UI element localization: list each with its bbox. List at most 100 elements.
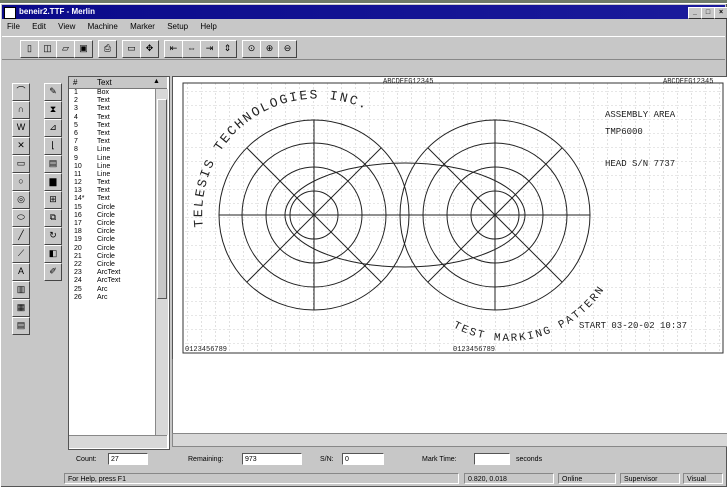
list-item-type: Circle [97,236,115,244]
rotate-tool-icon[interactable]: ↻ [44,227,62,245]
list-item[interactable]: 3 Text [69,105,155,113]
arc-tool-icon[interactable]: ⌒ [12,83,30,101]
canvas-horizontal-scrollbar[interactable] [172,433,727,447]
list-item[interactable]: 11 Line [69,171,155,179]
diagonal-tool-icon[interactable]: ⟋ [12,245,30,263]
list-item[interactable]: 8 Line [69,146,155,154]
maximize-icon[interactable]: □ [701,7,715,19]
list-item[interactable]: 17 Circle [69,220,155,228]
split-tool-icon[interactable]: ⊞ [44,191,62,209]
pen-tool-icon[interactable]: ✎ [44,83,62,101]
list-item-type: Circle [97,244,115,252]
page-tool-icon[interactable]: ▤ [44,155,62,173]
menu-file[interactable]: File [2,20,25,33]
list-item[interactable]: 7 Text [69,138,155,146]
list-item[interactable]: 25 Arc [69,286,155,294]
list-item[interactable]: 16 Circle [69,212,155,220]
edit-tool-icon[interactable]: ✐ [44,263,62,281]
list-item[interactable]: 19 Circle [69,236,155,244]
frame-tool-icon[interactable]: ◧ [44,245,62,263]
list-item[interactable]: 13 Text [69,187,155,195]
menu-marker[interactable]: Marker [125,20,160,33]
list-vertical-scrollbar[interactable] [155,89,168,435]
align-left-icon[interactable]: ⇤ [164,40,183,58]
list-item-type: Box [97,89,110,96]
list-header: # Text ▲ [69,77,167,89]
list-item-type: ArcText [97,269,121,277]
sort-arrow-icon[interactable]: ▲ [153,78,160,85]
align-center-icon[interactable]: ⇔ [182,40,201,58]
print-preview-icon[interactable]: ◫ [38,40,57,58]
stairs-tool-icon[interactable]: ⊿ [44,119,62,137]
list-item[interactable]: 4 Text [69,114,155,122]
drawing-canvas[interactable]: TELESIS TECHNOLOGIES INC. TEST MARKING P… [172,76,727,360]
list-item[interactable]: 20 Circle [69,245,155,253]
menu-setup[interactable]: Setup [162,20,193,33]
list-item-type: Circle [97,252,115,260]
hourglass-icon[interactable]: ⧗ [44,101,62,119]
zoom-fit-icon[interactable]: ⊙ [242,40,261,58]
list-item[interactable]: 10 Line [69,163,155,171]
list-item[interactable]: 21 Circle [69,253,155,261]
list-item[interactable]: 6 Text [69,130,155,138]
list-item-type: Circle [97,220,115,227]
list-horizontal-scrollbar[interactable] [69,435,167,448]
list-item[interactable]: 1 Box [69,89,155,97]
list-item[interactable]: 22 Circle [69,261,155,269]
menu-machine[interactable]: Machine [83,20,123,33]
wave-tool-icon[interactable]: W [12,119,30,137]
column-text[interactable]: Text [97,78,112,87]
menu-help[interactable]: Help [195,20,221,33]
canvas-lower-area[interactable] [172,359,727,434]
save-icon[interactable]: ▣ [74,40,93,58]
list-item-number: 2 [74,97,78,105]
rectangle-tool-icon[interactable]: ▭ [12,155,30,173]
image-tool-icon[interactable]: ▤ [12,317,30,335]
layers-tool-icon[interactable]: ⧉ [44,209,62,227]
mark-time-field[interactable] [474,453,510,465]
line-tool-icon[interactable]: ╱ [12,227,30,245]
list-item[interactable]: 12 Text [69,179,155,187]
list-item[interactable]: 5 Text [69,122,155,130]
open-folder-icon[interactable]: ▱ [56,40,75,58]
zoom-in-icon[interactable]: ⊕ [260,40,279,58]
list-item[interactable]: 14* Text [69,195,155,203]
list-item[interactable]: 15 Circle [69,204,155,212]
align-right-icon[interactable]: ⇥ [200,40,219,58]
text-tool-icon[interactable]: A [12,263,30,281]
curve-tool-icon[interactable]: ∩ [12,101,30,119]
sn-field[interactable]: 0 [342,453,384,465]
object-list[interactable]: # Text ▲ 1 Box 2 Text 3 Text 4 Text 5 Text 6 Text 7 T… [68,76,170,450]
list-item[interactable]: 18 Circle [69,228,155,236]
target-tool-icon[interactable]: ◎ [12,191,30,209]
list-item[interactable]: 24 ArcText [69,277,155,285]
list-item-number: 14* [74,195,85,203]
list-item[interactable]: 26 Arc [69,294,155,302]
new-file-icon[interactable]: ▯ [20,40,39,58]
zoom-out-icon[interactable]: ⊖ [278,40,297,58]
minimize-icon[interactable]: _ [688,7,702,19]
app-icon[interactable] [4,7,16,19]
list-item-type: Text [97,113,110,121]
list-item[interactable]: 9 Line [69,155,155,163]
step-tool-icon[interactable]: ⌊ [44,137,62,155]
menu-edit[interactable]: Edit [27,20,51,33]
ellipse-tool-icon[interactable]: ⬭ [12,209,30,227]
close-icon[interactable]: × [714,7,727,19]
column-number[interactable]: # [73,78,77,87]
count-field[interactable]: 27 [108,453,148,465]
matrix-tool-icon[interactable]: ▦ [12,299,30,317]
menu-view[interactable]: View [53,20,80,33]
scroll-thumb[interactable] [157,99,167,299]
barcode-tool-icon[interactable]: ▥ [12,281,30,299]
cross-tool-icon[interactable]: ✕ [12,137,30,155]
distribute-icon[interactable]: ⇕ [218,40,237,58]
circle-tool-icon[interactable]: ○ [12,173,30,191]
window-icon[interactable]: ▭ [122,40,141,58]
list-item[interactable]: 23 ArcText [69,269,155,277]
remaining-field[interactable]: 973 [242,453,302,465]
print-icon[interactable]: ⎙ [98,40,117,58]
list-item[interactable]: 2 Text [69,97,155,105]
bar-tool-icon[interactable]: ▆ [44,173,62,191]
move-icon[interactable]: ✥ [140,40,159,58]
